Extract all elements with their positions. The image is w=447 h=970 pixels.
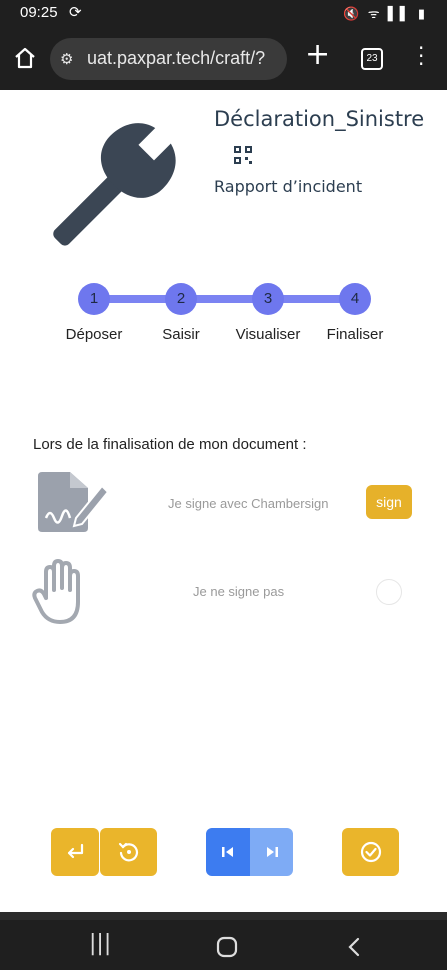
url-text[interactable]: uat.paxpar.tech/craft/? — [87, 48, 282, 69]
back-nav-icon[interactable] — [344, 936, 364, 958]
home-nav-icon[interactable] — [216, 936, 238, 958]
stepper-line — [95, 295, 357, 303]
status-bar: 09:25 ⟳ 🔇 ᯤ ▌▌ ▮ — [0, 0, 447, 26]
step-3[interactable]: 3 — [252, 283, 284, 315]
sync-icon: ⟳ — [69, 3, 82, 21]
system-nav-bar: ||| — [0, 912, 447, 970]
step-label-saisir: Saisir — [162, 326, 200, 343]
return-button[interactable] — [51, 828, 99, 876]
nosign-radio[interactable] — [376, 579, 402, 605]
first-page-button[interactable] — [206, 828, 250, 876]
sign-button[interactable]: sign — [366, 485, 412, 519]
recent-apps-icon[interactable]: ||| — [89, 931, 111, 956]
tabs-icon[interactable]: 23 — [361, 48, 383, 70]
first-page-icon — [222, 847, 233, 857]
step-label-finaliser: Finaliser — [326, 326, 384, 343]
qr-icon[interactable] — [234, 146, 252, 164]
page-title: Déclaration_Sinistre — [214, 107, 425, 131]
step-2[interactable]: 2 — [165, 283, 197, 315]
tune-icon[interactable]: ⚙ — [60, 50, 73, 68]
reset-icon — [118, 842, 138, 862]
status-icons: 🔇 ᯤ ▌▌ ▮ — [343, 7, 427, 22]
step-label-visualiser: Visualiser — [235, 326, 301, 343]
browser-toolbar: ⚙ uat.paxpar.tech/craft/? + 23 · · · — [0, 26, 447, 90]
step-label-deposer: Déposer — [65, 326, 123, 343]
sign-document-icon — [38, 472, 110, 532]
check-circle-icon — [360, 841, 381, 863]
address-bar[interactable]: ⚙ uat.paxpar.tech/craft/? — [50, 38, 287, 80]
plus-icon[interactable]: + — [305, 40, 330, 70]
return-icon — [67, 843, 84, 859]
wrench-icon — [53, 122, 177, 246]
step-1[interactable]: 1 — [78, 283, 110, 315]
more-icon[interactable]: · · · — [418, 38, 424, 74]
validate-button[interactable] — [342, 828, 399, 876]
step-4[interactable]: 4 — [339, 283, 371, 315]
status-time: 09:25 — [20, 4, 58, 21]
reset-button[interactable] — [100, 828, 157, 876]
nav-divider — [0, 912, 447, 920]
home-icon[interactable] — [13, 46, 37, 70]
page-subtitle: Rapport d’incident — [214, 177, 363, 196]
sign-option-text: Je signe avec Chambersign — [168, 496, 329, 511]
last-page-button[interactable] — [250, 828, 293, 876]
nosign-option-text: Je ne signe pas — [193, 584, 285, 599]
hand-icon — [32, 559, 80, 624]
finalize-prompt: Lors de la finalisation de mon document … — [33, 436, 307, 453]
last-page-icon — [266, 847, 278, 857]
